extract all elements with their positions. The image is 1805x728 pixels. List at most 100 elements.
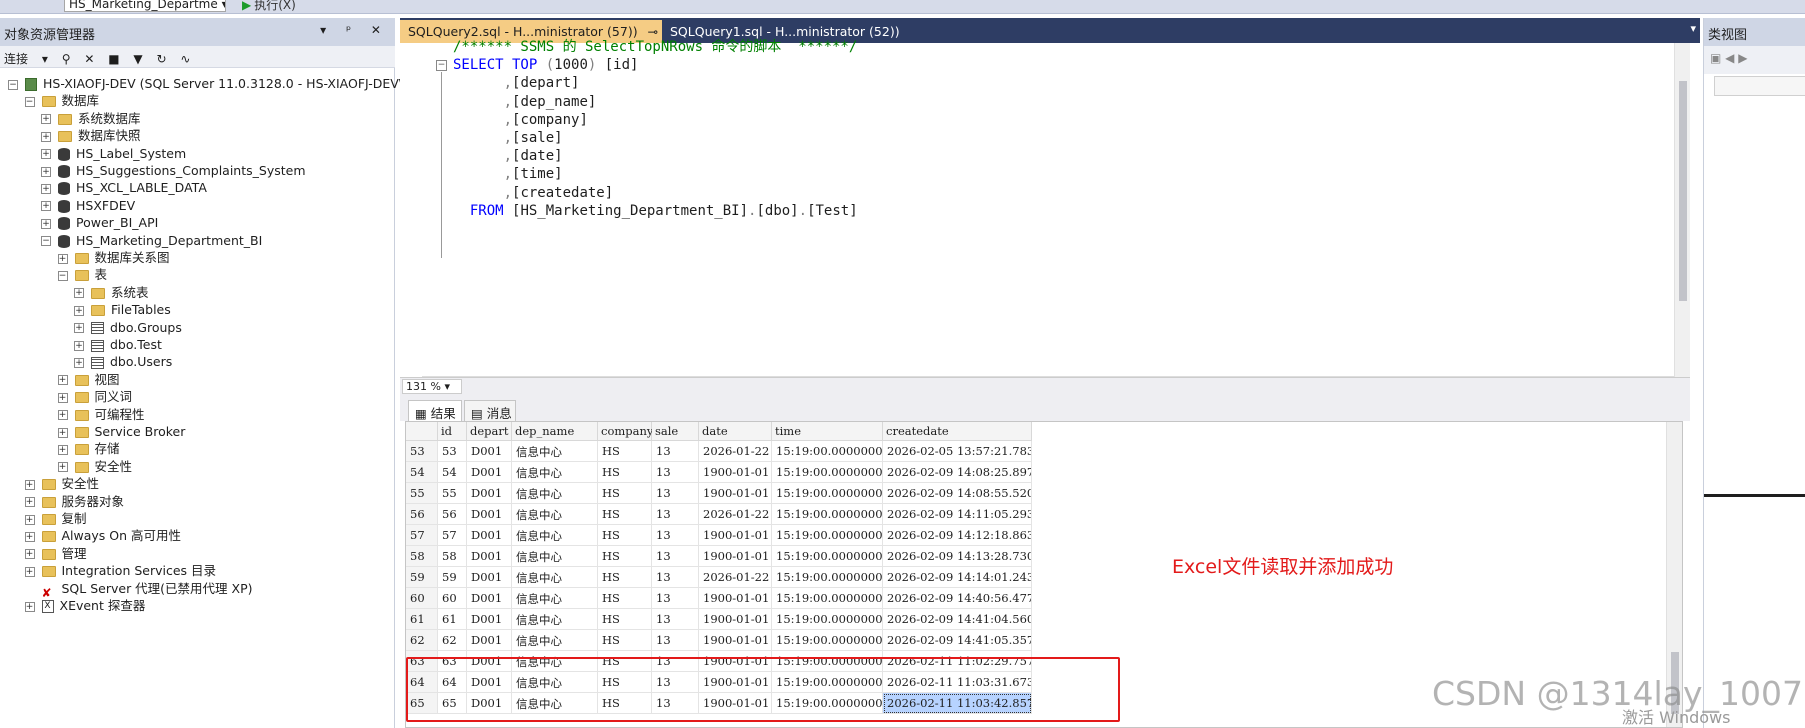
- collapse-icon[interactable]: −: [8, 79, 18, 90]
- table-cell[interactable]: 57: [438, 525, 467, 546]
- database-selector[interactable]: HS_Marketing_Departme ▾: [64, 0, 226, 12]
- expand-icon[interactable]: +: [57, 410, 68, 421]
- column-header[interactable]: depart: [467, 422, 512, 441]
- table-cell[interactable]: HS: [598, 462, 652, 483]
- table-cell[interactable]: 1900-01-01: [699, 483, 772, 504]
- expand-icon[interactable]: +: [24, 549, 35, 560]
- expand-icon[interactable]: +: [24, 479, 35, 490]
- table-cell[interactable]: 13: [652, 483, 699, 504]
- tab-messages[interactable]: ▤ 消息: [464, 400, 516, 421]
- table-cell[interactable]: 13: [652, 441, 699, 462]
- expand-icon[interactable]: +: [74, 323, 84, 334]
- expand-icon[interactable]: +: [41, 114, 51, 125]
- table-cell[interactable]: 61: [438, 609, 467, 630]
- expand-icon[interactable]: +: [24, 514, 35, 525]
- stop-icon[interactable]: ■: [108, 52, 119, 66]
- table-cell[interactable]: 59: [438, 567, 467, 588]
- row-number[interactable]: 62: [406, 630, 438, 651]
- expand-icon[interactable]: +: [57, 375, 68, 386]
- expand-icon[interactable]: +: [24, 497, 35, 508]
- table-cell[interactable]: 13: [652, 462, 699, 483]
- collapse-icon[interactable]: −: [57, 270, 68, 281]
- table-cell[interactable]: HS: [598, 483, 652, 504]
- sql-editor[interactable]: /****** SSMS 的 SelectTopNRows 命令的脚本 ****…: [400, 39, 1690, 377]
- table-cell[interactable]: 15:19:00.0000000: [772, 483, 883, 504]
- table-cell[interactable]: 信息中心: [512, 525, 598, 546]
- table-cell[interactable]: D001: [467, 630, 512, 651]
- row-number[interactable]: 54: [406, 462, 438, 483]
- back-icon[interactable]: ◀: [1725, 51, 1734, 65]
- table-cell[interactable]: HS: [598, 567, 652, 588]
- table-cell[interactable]: HS: [598, 525, 652, 546]
- table-cell[interactable]: D001: [467, 483, 512, 504]
- row-number[interactable]: 60: [406, 588, 438, 609]
- expand-icon[interactable]: +: [24, 531, 35, 542]
- table-cell[interactable]: HS: [598, 630, 652, 651]
- table-cell[interactable]: 15:19:00.0000000: [772, 588, 883, 609]
- table-cell[interactable]: 13: [652, 504, 699, 525]
- table-cell[interactable]: 15:19:00.0000000: [772, 462, 883, 483]
- table-cell[interactable]: 13: [652, 609, 699, 630]
- table-cell[interactable]: HS: [598, 588, 652, 609]
- table-cell[interactable]: 2026-02-09 14:11:05.293: [883, 504, 1032, 525]
- table-cell[interactable]: D001: [467, 525, 512, 546]
- row-number[interactable]: 57: [406, 525, 438, 546]
- expand-icon[interactable]: +: [57, 392, 68, 403]
- zoom-selector[interactable]: 131 % ▾: [402, 379, 462, 394]
- column-header[interactable]: [406, 422, 438, 441]
- column-header[interactable]: date: [699, 422, 772, 441]
- table-cell[interactable]: 2026-01-22: [699, 504, 772, 525]
- column-header[interactable]: createdate: [883, 422, 1032, 441]
- table-cell[interactable]: 54: [438, 462, 467, 483]
- table-cell[interactable]: 信息中心: [512, 504, 598, 525]
- expand-icon[interactable]: +: [41, 218, 51, 229]
- table-cell[interactable]: 15:19:00.0000000: [772, 525, 883, 546]
- table-cell[interactable]: 58: [438, 546, 467, 567]
- table-cell[interactable]: 2026-02-09 14:08:25.897: [883, 462, 1032, 483]
- table-cell[interactable]: 15:19:00.0000000: [772, 546, 883, 567]
- table-cell[interactable]: D001: [467, 462, 512, 483]
- row-number[interactable]: 53: [406, 441, 438, 462]
- connect-icon[interactable]: ⚲: [62, 52, 71, 66]
- table-cell[interactable]: 信息中心: [512, 609, 598, 630]
- expand-icon[interactable]: +: [41, 183, 51, 194]
- table-cell[interactable]: D001: [467, 588, 512, 609]
- expand-icon[interactable]: +: [41, 131, 51, 142]
- table-cell[interactable]: 15:19:00.0000000: [772, 609, 883, 630]
- table-cell[interactable]: 信息中心: [512, 546, 598, 567]
- column-header[interactable]: company: [598, 422, 653, 441]
- table-cell[interactable]: D001: [467, 504, 512, 525]
- table-cell[interactable]: 55: [438, 483, 467, 504]
- table-cell[interactable]: 信息中心: [512, 483, 598, 504]
- table-cell[interactable]: 2026-02-09 14:12:18.863: [883, 525, 1032, 546]
- table-cell[interactable]: 2026-02-05 13:57:21.783: [883, 441, 1032, 462]
- expand-icon[interactable]: +: [41, 166, 51, 177]
- expand-icon[interactable]: +: [74, 305, 84, 316]
- filter-icon[interactable]: ▼: [133, 52, 142, 66]
- row-number[interactable]: 61: [406, 609, 438, 630]
- row-number[interactable]: 59: [406, 567, 438, 588]
- expand-icon[interactable]: +: [74, 357, 84, 368]
- table-cell[interactable]: 1900-01-01: [699, 525, 772, 546]
- table-cell[interactable]: 1900-01-01: [699, 588, 772, 609]
- table-cell[interactable]: 56: [438, 504, 467, 525]
- table-cell[interactable]: HS: [598, 546, 652, 567]
- table-cell[interactable]: 2026-01-22: [699, 441, 772, 462]
- table-cell[interactable]: 2026-01-22: [699, 567, 772, 588]
- settings-icon[interactable]: ▣: [1710, 51, 1721, 65]
- refresh-icon[interactable]: ↻: [156, 52, 166, 66]
- table-cell[interactable]: 1900-01-01: [699, 630, 772, 651]
- expand-icon[interactable]: +: [41, 149, 51, 160]
- table-cell[interactable]: 13: [652, 588, 699, 609]
- scroll-thumb[interactable]: [1679, 81, 1687, 301]
- table-cell[interactable]: D001: [467, 609, 512, 630]
- table-cell[interactable]: HS: [598, 609, 652, 630]
- tab-list-dropdown-icon[interactable]: ▾: [1690, 22, 1696, 35]
- column-header[interactable]: time: [772, 422, 883, 441]
- table-cell[interactable]: 信息中心: [512, 567, 598, 588]
- expand-icon[interactable]: +: [57, 427, 68, 438]
- row-number[interactable]: 55: [406, 483, 438, 504]
- table-cell[interactable]: 15:19:00.0000000: [772, 567, 883, 588]
- class-view-search-input[interactable]: [1714, 76, 1805, 96]
- expand-icon[interactable]: +: [41, 201, 51, 212]
